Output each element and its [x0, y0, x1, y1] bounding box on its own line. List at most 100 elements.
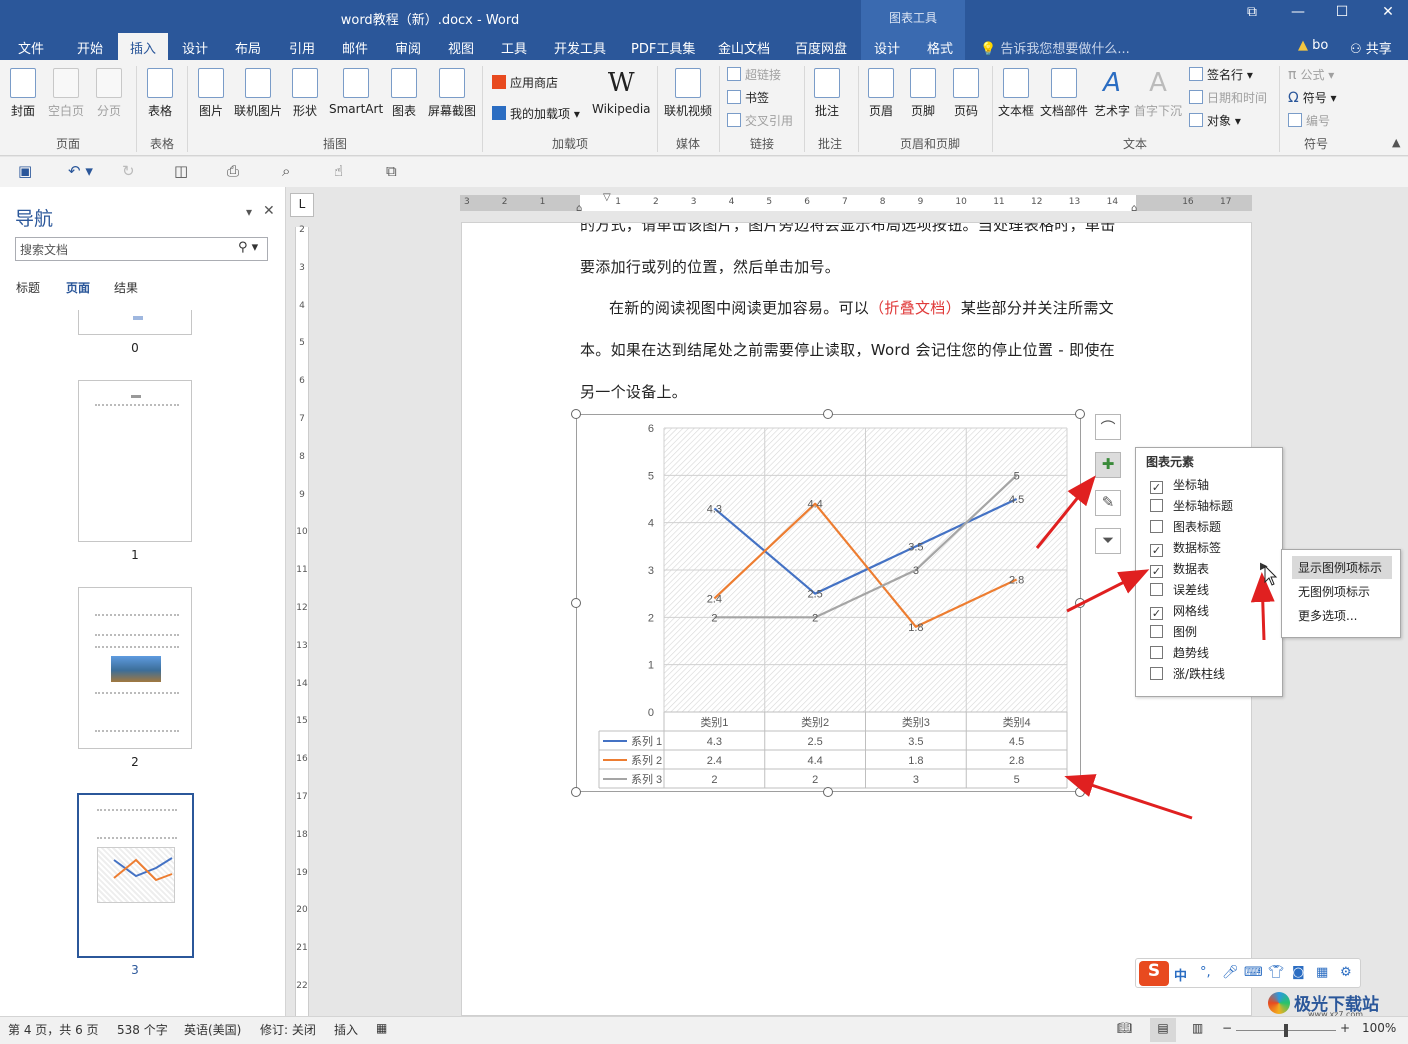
symbol-button[interactable]: Ω 符号 ▾ — [1288, 89, 1337, 106]
tab-tools[interactable]: 工具 — [501, 38, 527, 57]
resize-handle[interactable] — [1075, 787, 1085, 797]
read-mode-icon[interactable]: 📖︎ — [1117, 1021, 1132, 1035]
submenu-show-legend-keys[interactable]: 显示图例项标示 — [1292, 556, 1392, 579]
checkbox-unchecked-icon[interactable] — [1150, 625, 1163, 638]
ime-language[interactable]: 中 — [1174, 965, 1187, 984]
hyperlink-button[interactable]: 超链接 — [727, 66, 781, 83]
skin-icon[interactable]: 👕︎ — [1268, 965, 1285, 980]
nav-close-icon[interactable]: ✕ — [263, 203, 275, 219]
chart-object[interactable]: 0 1 2 3 4 5 6 类别1 类别2 类别3 类别4 系列 1 4.3 2.5 3.5 4.5 系列 2 2… — [576, 414, 1081, 792]
right-indent-marker[interactable]: ⌂ — [1131, 203, 1137, 214]
my-addins-button[interactable]: 我的加载项 ▾ — [492, 105, 580, 122]
redo-icon[interactable]: ↻ — [122, 162, 135, 180]
nav-tab-headings[interactable]: 标题 — [16, 279, 40, 296]
tab-insert[interactable]: 插入 — [118, 33, 169, 60]
equation-button[interactable]: π 公式 ▾ — [1288, 66, 1334, 83]
resize-handle[interactable] — [823, 409, 833, 419]
nav-tab-results[interactable]: 结果 — [114, 279, 138, 296]
settings-gear-icon[interactable]: ⚙ — [1340, 965, 1352, 980]
chart-element-option[interactable]: ✓ 数据标签 — [1150, 539, 1221, 557]
tab-layout[interactable]: 布局 — [235, 38, 261, 57]
bookmark-button[interactable]: 书签 — [727, 89, 769, 106]
checkbox-unchecked-icon[interactable] — [1150, 667, 1163, 680]
object-button[interactable]: 对象 ▾ — [1189, 112, 1241, 129]
microphone-icon[interactable]: 🎤︎ — [1222, 965, 1239, 980]
resize-handle[interactable] — [1075, 598, 1085, 608]
punctuation-icon[interactable]: °, — [1200, 965, 1211, 980]
table-button[interactable]: 表格 — [147, 68, 173, 119]
tell-me-search[interactable]: 💡 告诉我您想要做什么... — [980, 38, 1130, 57]
chart-element-option[interactable]: 图表标题 — [1150, 518, 1221, 535]
tab-selector-icon[interactable]: L — [290, 193, 314, 217]
tab-kingsoft-docs[interactable]: 金山文档 — [718, 38, 770, 57]
web-layout-icon[interactable]: ▥ — [1192, 1021, 1203, 1035]
checkbox-unchecked-icon[interactable] — [1150, 520, 1163, 533]
two-page-view-icon[interactable]: ◫ — [174, 162, 188, 180]
page-number-button[interactable]: 页码 — [953, 68, 979, 119]
page-count[interactable]: 第 4 页，共 6 页 — [8, 1021, 99, 1038]
chart-button[interactable]: 图表 — [391, 68, 417, 119]
save-icon[interactable]: ▣ — [18, 162, 32, 180]
submenu-no-legend-keys[interactable]: 无图例项标示 — [1292, 580, 1392, 603]
checkbox-checked-icon[interactable]: ✓ — [1150, 607, 1163, 620]
insert-mode-status[interactable]: 插入 — [334, 1021, 358, 1038]
chart-element-option[interactable]: ✓ 数据表 — [1150, 560, 1209, 578]
resize-handle[interactable] — [1075, 409, 1085, 419]
chart-filters-funnel-icon[interactable]: ⏷ — [1095, 528, 1121, 554]
chart-element-option[interactable]: 趋势线 — [1150, 644, 1209, 661]
tab-mailings[interactable]: 邮件 — [342, 38, 368, 57]
keyboard-icon[interactable]: ⌨ — [1244, 965, 1263, 980]
undo-icon[interactable]: ↶ ▾ — [68, 162, 93, 180]
language-status[interactable]: 英语(美国) — [184, 1021, 241, 1038]
signature-line-button[interactable]: 签名行 ▾ — [1189, 66, 1253, 83]
minimize-button[interactable]: — — [1278, 4, 1318, 20]
app-store-button[interactable]: 应用商店 — [492, 74, 558, 91]
online-picture-button[interactable]: 联机图片 — [234, 68, 282, 119]
chart-element-option[interactable]: ✓ 网格线 — [1150, 602, 1209, 620]
macro-recording-icon[interactable]: ▦ — [376, 1021, 387, 1035]
tab-references[interactable]: 引用 — [289, 38, 315, 57]
track-changes-status[interactable]: 修订: 关闭 — [260, 1021, 316, 1038]
print-preview-icon[interactable]: ⌕ — [282, 162, 290, 180]
page-break-button[interactable]: 分页 — [96, 68, 122, 119]
textbox-button[interactable]: 文本框 — [998, 68, 1034, 119]
checkbox-unchecked-icon[interactable] — [1150, 499, 1163, 512]
tab-developer[interactable]: 开发工具 — [554, 38, 606, 57]
chart-element-option[interactable]: 误差线 — [1150, 581, 1209, 598]
tab-file[interactable]: 文件 — [18, 38, 44, 57]
tab-design[interactable]: 设计 — [182, 38, 208, 57]
word-count[interactable]: 538 个字 — [117, 1021, 168, 1038]
tab-review[interactable]: 审阅 — [395, 38, 421, 57]
nav-options-icon[interactable]: ▾ — [246, 205, 252, 219]
zoom-level[interactable]: 100% — [1362, 1021, 1396, 1035]
wikipedia-button[interactable]: W Wikipedia — [592, 68, 651, 116]
wordart-button[interactable]: A 艺术字 — [1094, 68, 1130, 119]
checkbox-unchecked-icon[interactable] — [1150, 646, 1163, 659]
nav-search-input[interactable]: 搜索文档 — [15, 237, 268, 261]
page-thumbnail-2[interactable] — [78, 587, 192, 749]
fold-document-link[interactable]: （折叠文档） — [869, 299, 961, 317]
screenshot-button[interactable]: 屏幕截图 — [428, 68, 476, 119]
collapse-ribbon-icon[interactable]: ▲ — [1392, 136, 1400, 149]
tab-baidu-netdisk[interactable]: 百度网盘 — [795, 38, 847, 57]
resize-handle[interactable] — [571, 787, 581, 797]
tab-chart-format[interactable]: 格式 — [927, 38, 953, 57]
user-account[interactable]: ▲ bo — [1298, 38, 1328, 53]
date-time-button[interactable]: 日期和时间 — [1189, 89, 1267, 106]
cross-reference-button[interactable]: 交叉引用 — [727, 112, 793, 129]
maximize-button[interactable]: ☐ — [1322, 4, 1362, 20]
picture-button[interactable]: 图片 — [198, 68, 224, 119]
quick-parts-button[interactable]: 文档部件 — [1040, 68, 1088, 119]
toolbox-icon[interactable]: ▦ — [1316, 965, 1328, 980]
print-layout-icon[interactable]: ▤ — [1150, 1018, 1176, 1042]
smartart-button[interactable]: SmartArt — [329, 68, 383, 116]
page-thumbnail-1[interactable] — [78, 380, 192, 542]
resize-handle[interactable] — [823, 787, 833, 797]
layout-options-icon[interactable]: ⌒ — [1095, 414, 1121, 440]
zoom-in-icon[interactable]: + — [1340, 1021, 1350, 1035]
first-line-indent-marker[interactable]: ▽ — [603, 192, 611, 203]
chart-element-option[interactable]: ✓ 坐标轴 — [1150, 476, 1209, 494]
tab-home[interactable]: 开始 — [77, 38, 103, 57]
blank-page-button[interactable]: 空白页 — [48, 68, 84, 119]
game-icon[interactable]: ◙ — [1292, 965, 1305, 980]
